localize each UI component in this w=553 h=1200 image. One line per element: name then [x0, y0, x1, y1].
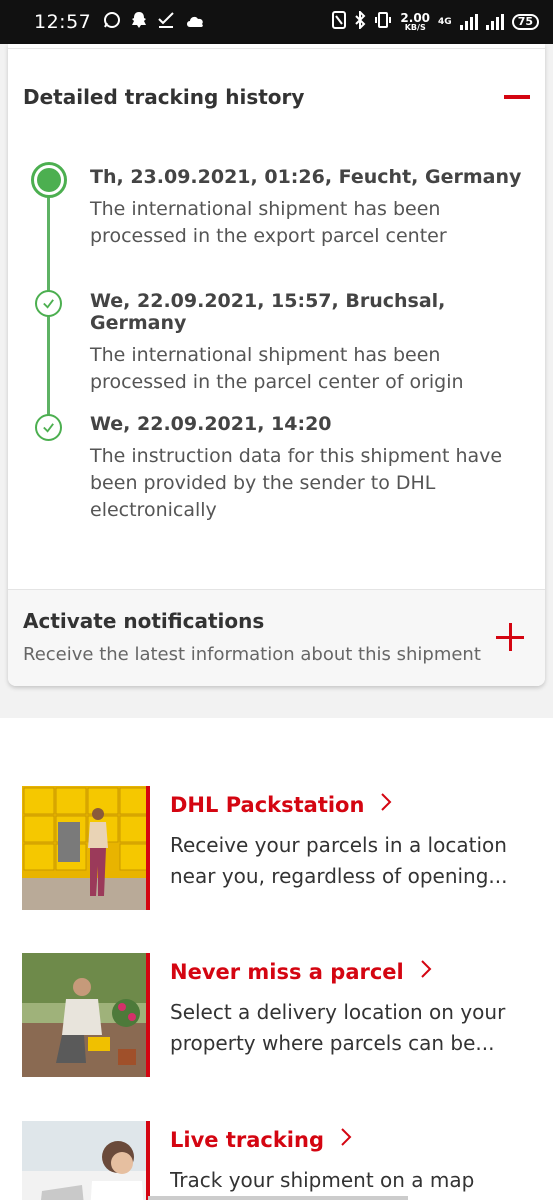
event-date: We, 22.09.2021, 15:57, Bruchsal, Germany: [90, 290, 446, 334]
task-check-icon: [157, 11, 175, 33]
promo-section: DHL Packstation Receive your parcels in …: [0, 718, 553, 1200]
promo-title-row[interactable]: Never miss a parcel: [170, 959, 432, 985]
snapchat-icon: [131, 11, 147, 33]
expand-plus-icon[interactable]: [494, 622, 526, 654]
nfc-icon: [332, 11, 347, 33]
live-tracking-image: [22, 1121, 150, 1200]
activate-notifications-row[interactable]: Activate notifications Receive the lates…: [8, 589, 545, 686]
event-date: Th, 23.09.2021, 01:26, Feucht, Germany: [90, 166, 522, 188]
promo-packstation[interactable]: DHL Packstation Receive your parcels in …: [22, 786, 542, 910]
status-bar: 12:57 2.00 KB/S 4G 75: [0, 0, 553, 44]
tracking-history-title: Detailed tracking history: [23, 85, 305, 109]
whatsapp-icon: [103, 11, 121, 33]
vibrate-icon: [374, 11, 392, 33]
promo-title: Never miss a parcel: [170, 960, 404, 984]
check-circle-icon: [35, 414, 62, 441]
notifications-title: Activate notifications: [23, 609, 265, 633]
event-description: The international shipment has been proc…: [90, 344, 464, 393]
signal-icon-2: [485, 14, 504, 30]
network-speed: 2.00 KB/S: [400, 11, 431, 32]
promo-live-tracking[interactable]: Live tracking Track your shipment on a m…: [22, 1121, 542, 1200]
current-status-dot-icon: [31, 162, 67, 198]
collapse-icon[interactable]: [501, 84, 533, 110]
never-miss-image: [22, 953, 150, 1077]
scroll-indicator: [148, 1196, 408, 1200]
promo-never-miss[interactable]: Never miss a parcel Select a delivery lo…: [22, 953, 542, 1077]
status-time: 12:57: [34, 11, 92, 33]
cloud-icon: [185, 13, 205, 32]
event-description: The instruction data for this shipment h…: [90, 445, 503, 521]
system-status: 2.00 KB/S 4G 75: [332, 9, 539, 33]
promo-description: Select a delivery location on your prope…: [170, 1000, 506, 1055]
notifications-subtitle: Receive the latest information about thi…: [23, 644, 481, 665]
promo-description: Receive your parcels in a location near …: [170, 833, 508, 888]
tracking-event: We, 22.09.2021, 15:57, Bruchsal, Germany…: [90, 290, 530, 396]
divider: [8, 48, 545, 49]
promo-title: DHL Packstation: [170, 793, 365, 817]
event-date: We, 22.09.2021, 14:20: [90, 413, 332, 435]
packstation-image: [22, 786, 150, 910]
battery-icon: 75: [511, 14, 539, 30]
promo-title-row[interactable]: DHL Packstation: [170, 792, 392, 818]
chevron-right-icon: [420, 959, 432, 985]
signal-icon: [459, 14, 478, 30]
tracking-card: Detailed tracking history Th, 23.09.2021…: [8, 44, 545, 686]
tracking-history-header[interactable]: Detailed tracking history: [23, 84, 533, 110]
promo-description: Track your shipment on a map: [170, 1168, 475, 1192]
network-type: 4G: [438, 17, 452, 27]
promo-title: Live tracking: [170, 1128, 324, 1152]
tracking-event: Th, 23.09.2021, 01:26, Feucht, Germany T…: [90, 166, 530, 250]
notification-icons: [103, 11, 205, 33]
check-circle-icon: [35, 290, 62, 317]
bluetooth-icon: [354, 9, 366, 33]
chevron-right-icon: [380, 792, 392, 818]
tracking-event: We, 22.09.2021, 14:20 The instruction da…: [90, 413, 530, 524]
event-description: The international shipment has been proc…: [90, 198, 447, 247]
chevron-right-icon: [340, 1127, 352, 1153]
promo-title-row[interactable]: Live tracking: [170, 1127, 352, 1153]
